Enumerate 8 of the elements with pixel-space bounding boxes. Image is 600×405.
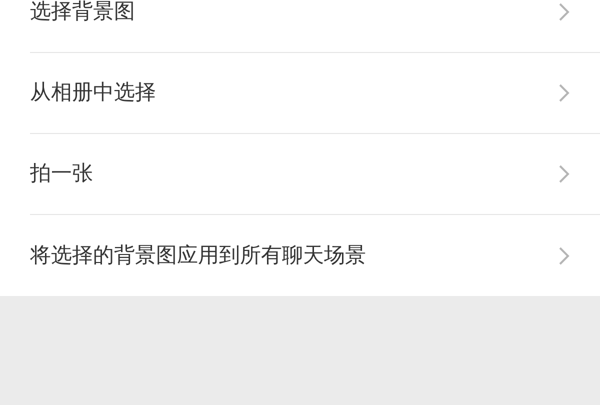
- menu-item[interactable]: 从相册中选择: [30, 53, 600, 134]
- chevron-right-icon: [558, 2, 570, 22]
- chevron-right-icon: [558, 83, 570, 103]
- menu-item[interactable]: 选择背景图: [30, 0, 600, 53]
- chevron-right-icon: [558, 246, 570, 266]
- menu-item[interactable]: 拍一张: [30, 134, 600, 215]
- chevron-right-icon: [558, 164, 570, 184]
- menu-item[interactable]: 将选择的背景图应用到所有聊天场景: [30, 215, 600, 296]
